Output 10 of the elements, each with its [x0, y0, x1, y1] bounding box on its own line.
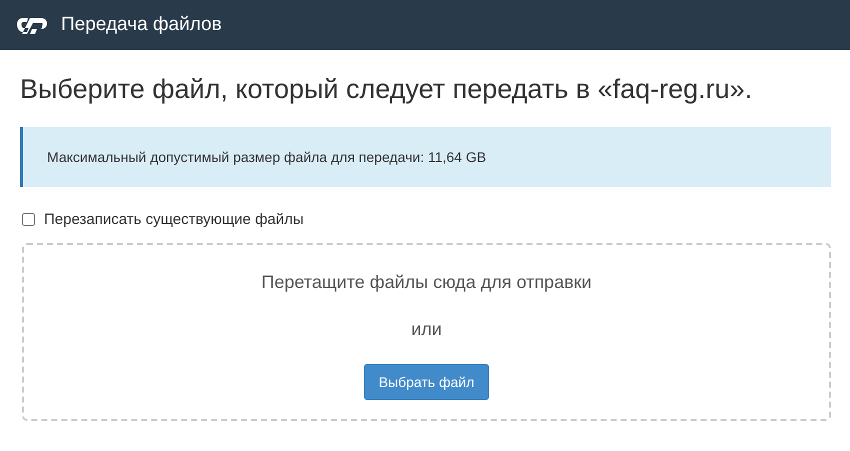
drop-prompt: Перетащите файлы сюда для отправки — [261, 272, 592, 293]
drop-zone[interactable]: Перетащите файлы сюда для отправки или Выбрать файл — [22, 243, 831, 421]
logo-icon — [16, 15, 49, 35]
info-message: Максимальный допустимый размер файла для передачи: 11,64 GB — [20, 127, 831, 187]
or-text: или — [411, 319, 442, 340]
overwrite-checkbox[interactable] — [22, 213, 35, 226]
page-heading: Выберите файл, который следует передать в «faq-reg.ru». — [20, 74, 754, 105]
checkbox-label: Перезаписать существующие файлы — [44, 211, 304, 228]
choose-file-button[interactable]: Выбрать файл — [364, 364, 490, 400]
app-title: Передача файлов — [61, 14, 222, 36]
